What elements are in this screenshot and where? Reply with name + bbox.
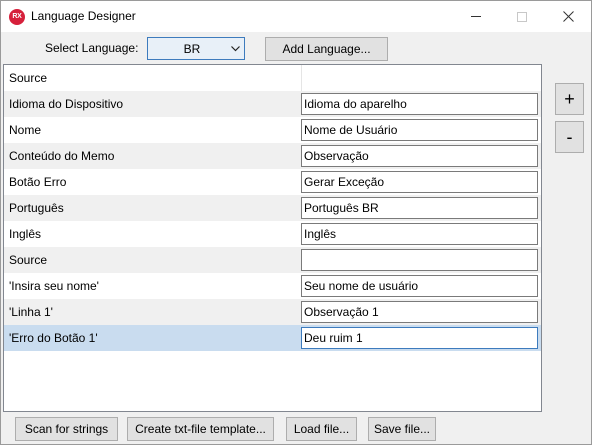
translation-input[interactable]: Gerar Exceção: [301, 171, 538, 193]
translation-input[interactable]: Idioma do aparelho: [301, 93, 538, 115]
window-title: Language Designer: [31, 9, 136, 23]
close-button[interactable]: [545, 1, 591, 32]
minimize-icon: [471, 16, 481, 17]
language-select-value: BR: [183, 41, 201, 56]
minus-icon: -: [566, 126, 573, 147]
minimize-button[interactable]: [453, 1, 499, 32]
chevron-down-icon: [226, 45, 244, 52]
source-cell: Source: [9, 253, 48, 267]
translation-input[interactable]: [301, 249, 538, 271]
grid-row[interactable]: Inglês Inglês: [4, 221, 541, 247]
translation-input[interactable]: Observação: [301, 145, 538, 167]
maximize-icon: [517, 11, 527, 22]
grid-row-selected[interactable]: 'Erro do Botão 1' Deu ruim 1: [4, 325, 541, 351]
source-cell: Português: [9, 201, 64, 215]
grid-row[interactable]: Idioma do Dispositivo Idioma do aparelho: [4, 91, 541, 117]
remove-row-button[interactable]: -: [555, 121, 584, 153]
add-row-button[interactable]: +: [555, 83, 584, 115]
grid-row[interactable]: Source: [4, 247, 541, 273]
source-cell: Conteúdo do Memo: [9, 149, 115, 163]
load-file-button[interactable]: Load file...: [286, 417, 357, 441]
scan-for-strings-button[interactable]: Scan for strings: [15, 417, 118, 441]
source-cell: Idioma do Dispositivo: [9, 97, 124, 111]
source-cell: Botão Erro: [9, 175, 67, 189]
source-cell: 'Insira seu nome': [9, 279, 99, 293]
add-language-button[interactable]: Add Language...: [265, 37, 388, 61]
grid-row[interactable]: Conteúdo do Memo Observação: [4, 143, 541, 169]
translation-input[interactable]: Português BR: [301, 197, 538, 219]
source-cell: 'Linha 1': [9, 305, 53, 319]
source-cell: 'Erro do Botão 1': [9, 331, 98, 345]
create-template-button[interactable]: Create txt-file template...: [127, 417, 274, 441]
language-designer-window: RX Language Designer Select Language: BR…: [0, 0, 592, 445]
source-cell: Inglês: [9, 227, 42, 241]
grid-row[interactable]: Nome Nome de Usuário: [4, 117, 541, 143]
language-select[interactable]: BR: [147, 37, 245, 60]
translation-grid[interactable]: Source Idioma do Dispositivo Idioma do a…: [3, 64, 542, 412]
maximize-button[interactable]: [499, 1, 545, 32]
translation-input[interactable]: Seu nome de usuário: [301, 275, 538, 297]
title-bar[interactable]: RX Language Designer: [1, 1, 591, 32]
source-cell: Source: [9, 71, 48, 85]
close-icon: [562, 11, 574, 22]
grid-row[interactable]: Português Português BR: [4, 195, 541, 221]
translation-input[interactable]: Nome de Usuário: [301, 119, 538, 141]
grid-row[interactable]: Botão Erro Gerar Exceção: [4, 169, 541, 195]
grid-row[interactable]: 'Linha 1' Observação 1: [4, 299, 541, 325]
translation-input[interactable]: Inglês: [301, 223, 538, 245]
source-cell: Nome: [9, 123, 42, 137]
translation-input[interactable]: Deu ruim 1: [301, 327, 538, 349]
translation-input[interactable]: Observação 1: [301, 301, 538, 323]
save-file-button[interactable]: Save file...: [368, 417, 436, 441]
grid-row-header[interactable]: Source: [4, 65, 541, 91]
select-language-label: Select Language:: [45, 41, 139, 55]
app-logo-icon: RX: [9, 9, 25, 25]
plus-icon: +: [564, 88, 575, 109]
grid-row[interactable]: 'Insira seu nome' Seu nome de usuário: [4, 273, 541, 299]
